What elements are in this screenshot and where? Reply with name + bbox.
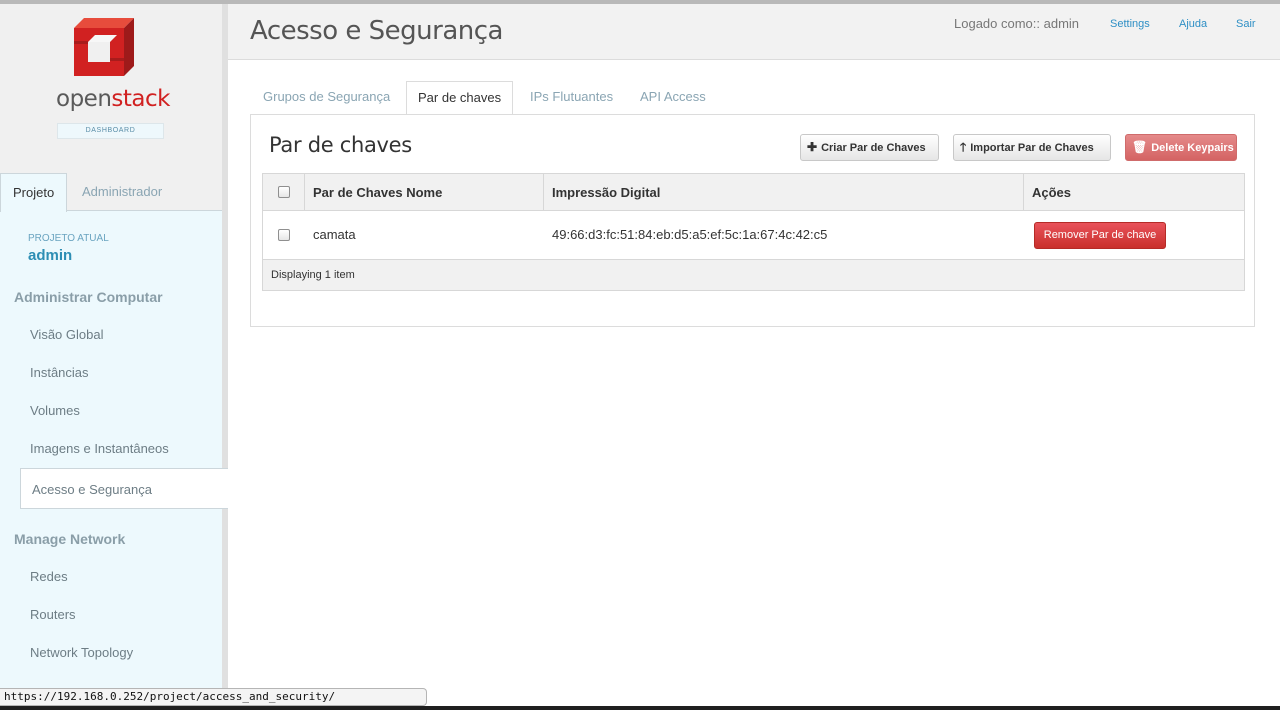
tab-keypairs[interactable]: Par de chaves bbox=[406, 81, 514, 115]
sidebar-item-instances[interactable]: Instâncias bbox=[30, 365, 89, 380]
tab-administrador[interactable]: Administrador bbox=[70, 173, 174, 211]
page-header: Acesso e Segurança Logado como:: admin S… bbox=[228, 4, 1280, 60]
column-header-fingerprint[interactable]: Impressão Digital bbox=[552, 174, 660, 211]
create-keypair-label: Criar Par de Chaves bbox=[821, 142, 926, 154]
nav-section-network: Manage Network bbox=[14, 531, 126, 547]
nav-section-compute: Administrar Computar bbox=[14, 289, 163, 305]
table-header: Par de Chaves Nome Impressão Digital Açõ… bbox=[263, 174, 1244, 211]
current-project-label: PROJETO ATUAL bbox=[28, 233, 109, 244]
delete-keypairs-label: Delete Keypairs bbox=[1151, 142, 1234, 154]
keypairs-table: Par de Chaves Nome Impressão Digital Açõ… bbox=[262, 173, 1245, 291]
sidebar-tabs: Projeto Administrador bbox=[0, 173, 222, 212]
keypair-name: camata bbox=[313, 227, 356, 242]
select-all-checkbox[interactable] bbox=[278, 186, 290, 198]
current-project-name[interactable]: admin bbox=[28, 247, 72, 264]
tab-projeto[interactable]: Projeto bbox=[0, 173, 68, 212]
remove-keypair-button[interactable]: Remover Par de chave bbox=[1034, 222, 1166, 249]
openstack-cube-icon bbox=[74, 18, 134, 76]
tab-api-access[interactable]: API Access bbox=[640, 81, 706, 115]
sidebar-item-images[interactable]: Imagens e Instantâneos bbox=[30, 441, 169, 456]
table-row: camata 49:66:d3:fc:51:84:eb:d5:a5:ef:5c:… bbox=[263, 211, 1244, 260]
upload-arrow-icon: 🡑 bbox=[960, 140, 967, 154]
help-link[interactable]: Ajuda bbox=[1179, 18, 1207, 30]
column-header-actions: Ações bbox=[1032, 185, 1072, 200]
create-keypair-button[interactable]: ✚ Criar Par de Chaves bbox=[800, 134, 939, 161]
sidebar-item-volumes[interactable]: Volumes bbox=[30, 403, 80, 418]
import-keypair-label: Importar Par de Chaves bbox=[970, 142, 1094, 154]
plus-icon: ✚ bbox=[807, 140, 818, 154]
sidebar-divider bbox=[222, 4, 228, 710]
sidebar-item-network-topology[interactable]: Network Topology bbox=[30, 645, 133, 660]
logo-wordmark: openstack bbox=[56, 86, 170, 112]
sidebar-item-access-security[interactable]: Acesso e Segurança bbox=[20, 468, 228, 509]
sidebar-item-overview[interactable]: Visão Global bbox=[30, 327, 103, 342]
panel-title: Par de chaves bbox=[269, 133, 412, 157]
sidebar-item-label: Acesso e Segurança bbox=[32, 482, 152, 497]
row-checkbox[interactable] bbox=[278, 229, 290, 241]
logo-subtitle: DASHBOARD bbox=[57, 123, 164, 139]
column-header-name[interactable]: Par de Chaves Nome bbox=[313, 174, 442, 211]
tab-floating-ips[interactable]: IPs Flutuantes bbox=[530, 81, 613, 115]
sidebar-item-routers[interactable]: Routers bbox=[30, 607, 76, 622]
import-keypair-button[interactable]: 🡑 Importar Par de Chaves bbox=[953, 134, 1111, 161]
settings-link[interactable]: Settings bbox=[1110, 18, 1150, 30]
status-bar-url: https://192.168.0.252/project/access_and… bbox=[0, 688, 427, 706]
window-bottom-border bbox=[0, 706, 1280, 710]
logged-in-user: Logado como:: admin bbox=[954, 16, 1080, 31]
tab-security-groups[interactable]: Grupos de Segurança bbox=[263, 81, 390, 115]
page-title: Acesso e Segurança bbox=[250, 16, 503, 46]
trash-icon: 🗑 bbox=[1132, 140, 1148, 154]
keypair-fingerprint: 49:66:d3:fc:51:84:eb:d5:a5:ef:5c:1a:67:4… bbox=[552, 227, 828, 242]
openstack-logo[interactable]: openstack DASHBOARD bbox=[56, 14, 170, 144]
item-count: Displaying 1 item bbox=[271, 269, 355, 281]
sidebar-item-networks[interactable]: Redes bbox=[30, 569, 68, 584]
table-footer: Displaying 1 item bbox=[263, 260, 1244, 290]
keypairs-panel: Par de chaves ✚ Criar Par de Chaves 🡑 Impo… bbox=[250, 114, 1255, 327]
delete-keypairs-button[interactable]: 🗑 Delete Keypairs bbox=[1125, 134, 1237, 161]
logout-link[interactable]: Sair bbox=[1236, 18, 1256, 30]
